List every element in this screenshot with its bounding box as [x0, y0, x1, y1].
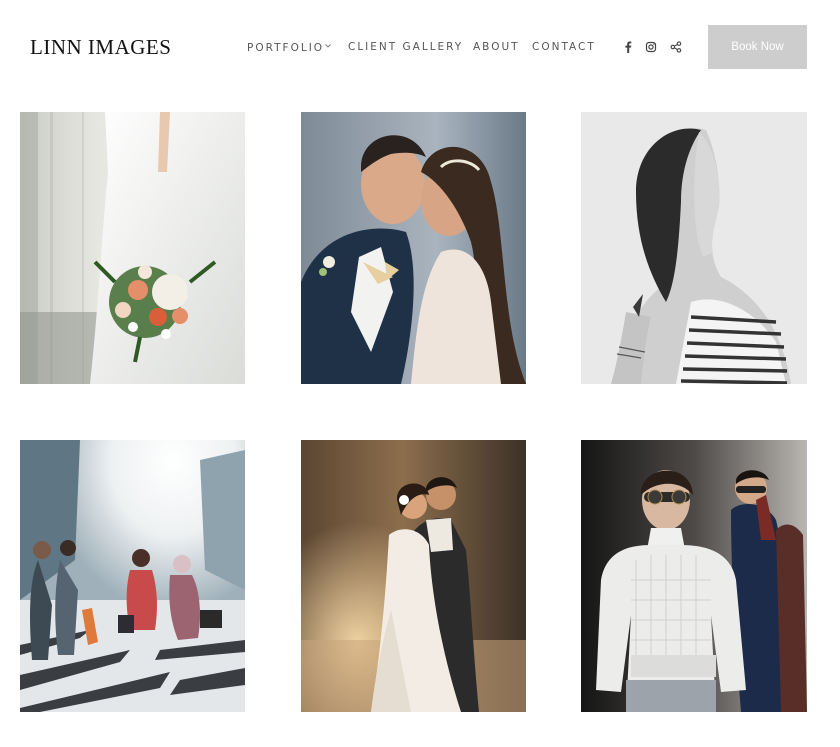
- gallery-photo-woman-profile[interactable]: [581, 112, 807, 384]
- instagram-icon[interactable]: [644, 40, 658, 54]
- nav-item-contact[interactable]: CONTACT: [532, 40, 596, 54]
- chevron-down-icon: [324, 40, 332, 48]
- nav-item-about[interactable]: ABOUT: [473, 40, 520, 54]
- share-icon[interactable]: [669, 40, 683, 54]
- nav-item-client-gallery[interactable]: CLIENT GALLERY: [348, 40, 463, 54]
- gallery-photo-city-street[interactable]: [20, 440, 245, 712]
- site-header: LINN IMAGES PORTFOLIO CLIENT GALLERY ABO…: [0, 0, 840, 95]
- book-now-button[interactable]: Book Now: [708, 25, 807, 69]
- nav-item-label: PORTFOLIO: [247, 42, 325, 54]
- gallery-photo-couple-sunset[interactable]: [301, 440, 526, 712]
- gallery-photo-bridal-bouquet[interactable]: [20, 112, 245, 384]
- gallery-photo-couple-kiss[interactable]: [301, 112, 526, 384]
- gallery-photo-fashion-runway[interactable]: [581, 440, 807, 712]
- facebook-icon[interactable]: [621, 40, 635, 54]
- site-logo[interactable]: LINN IMAGES: [30, 34, 171, 60]
- nav-item-portfolio[interactable]: PORTFOLIO: [247, 40, 332, 54]
